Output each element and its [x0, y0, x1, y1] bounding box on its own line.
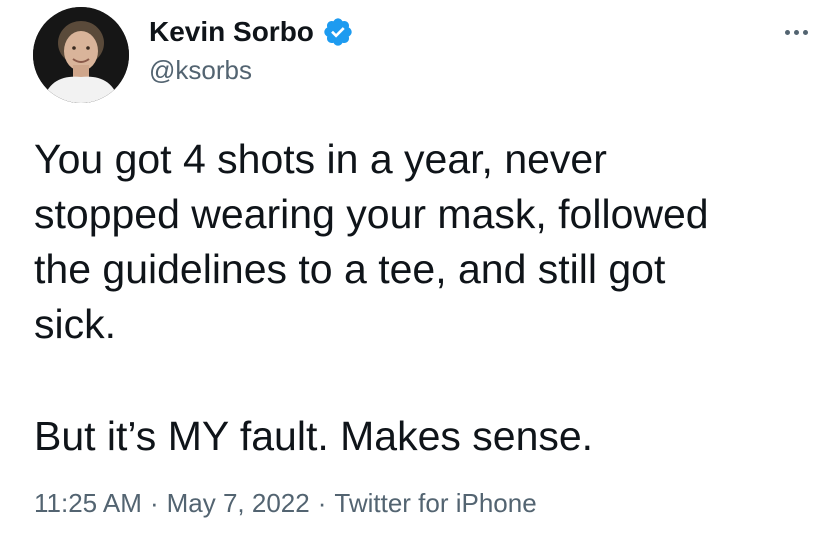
meta-separator: · — [149, 488, 159, 518]
tweet-paragraph: But it’s MY fault. Makes sense. — [34, 413, 594, 459]
more-options-icon[interactable] — [776, 20, 816, 44]
tweet-time[interactable]: 11:25 AM — [34, 488, 142, 518]
tweet-paragraph: You got 4 shots in a year, never stopped… — [34, 136, 709, 347]
author-handle[interactable]: @ksorbs — [149, 54, 252, 86]
author-display-name[interactable]: Kevin Sorbo — [149, 14, 314, 50]
author-name-row: Kevin Sorbo — [149, 14, 354, 50]
verified-badge-icon — [322, 16, 354, 48]
avatar[interactable] — [33, 7, 129, 103]
tweet-source[interactable]: Twitter for iPhone — [334, 488, 536, 518]
tweet-card: Kevin Sorbo @ksorbs You got 4 shots in a… — [0, 0, 840, 552]
tweet-date[interactable]: May 7, 2022 — [167, 488, 310, 518]
meta-separator: · — [317, 488, 327, 518]
tweet-meta: 11:25 AM · May 7, 2022 · Twitter for iPhone — [34, 486, 537, 520]
tweet-text: You got 4 shots in a year, never stopped… — [34, 132, 814, 464]
avatar-photo — [33, 7, 129, 103]
